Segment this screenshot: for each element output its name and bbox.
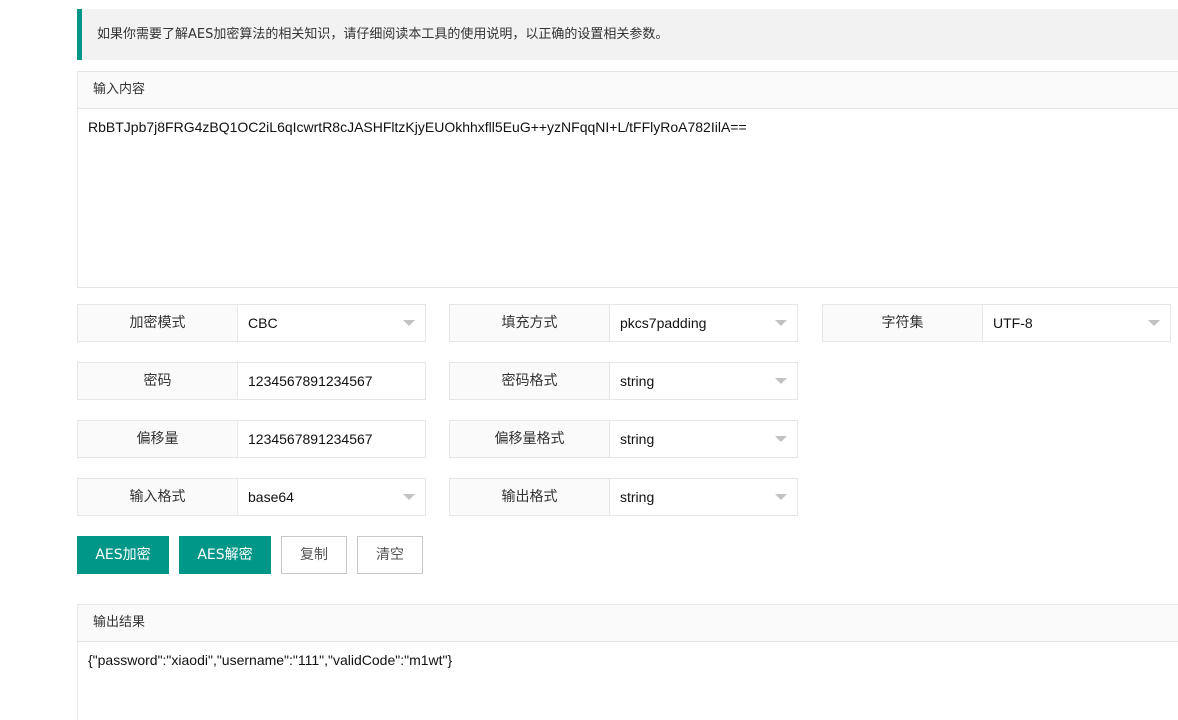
clear-button[interactable]: 清空 — [357, 536, 423, 574]
output-format-value: string — [620, 489, 655, 505]
padding-label: 填充方式 — [450, 305, 610, 341]
chevron-down-icon — [403, 320, 415, 326]
password-format-value: string — [620, 373, 655, 389]
chevron-down-icon — [775, 436, 787, 442]
output-panel-title: 输出结果 — [78, 605, 1178, 642]
iv-format-label: 偏移量格式 — [450, 421, 610, 457]
output-format-label: 输出格式 — [450, 479, 610, 515]
aes-tool-page: 如果你需要了解AES加密算法的相关知识，请仔细阅读本工具的使用说明，以正确的设置… — [0, 0, 1178, 720]
encrypt-button[interactable]: AES加密 — [77, 536, 169, 574]
input-format-field: 输入格式 base64 — [77, 478, 426, 516]
charset-label: 字符集 — [823, 305, 983, 341]
iv-field: 偏移量 1234567891234567 — [77, 420, 426, 458]
input-textarea[interactable]: RbBTJpb7j8FRG4zBQ1OC2iL6qIcwrtR8cJASHFlt… — [78, 109, 1178, 145]
output-format-select[interactable]: string — [610, 479, 797, 515]
padding-value: pkcs7padding — [620, 315, 707, 331]
chevron-down-icon — [775, 320, 787, 326]
password-format-field: 密码格式 string — [449, 362, 798, 400]
password-label: 密码 — [78, 363, 238, 399]
mode-field: 加密模式 CBC — [77, 304, 426, 342]
password-field: 密码 1234567891234567 — [77, 362, 426, 400]
input-format-label: 输入格式 — [78, 479, 238, 515]
chevron-down-icon — [775, 494, 787, 500]
iv-format-select[interactable]: string — [610, 421, 797, 457]
input-panel: 输入内容 RbBTJpb7j8FRG4zBQ1OC2iL6qIcwrtR8cJA… — [77, 71, 1178, 288]
password-format-label: 密码格式 — [450, 363, 610, 399]
iv-input[interactable]: 1234567891234567 — [238, 421, 425, 457]
password-format-select[interactable]: string — [610, 363, 797, 399]
usage-tip: 如果你需要了解AES加密算法的相关知识，请仔细阅读本工具的使用说明，以正确的设置… — [77, 9, 1178, 60]
input-format-select[interactable]: base64 — [238, 479, 425, 515]
mode-label: 加密模式 — [78, 305, 238, 341]
chevron-down-icon — [1148, 320, 1160, 326]
output-format-field: 输出格式 string — [449, 478, 798, 516]
padding-field: 填充方式 pkcs7padding — [449, 304, 798, 342]
iv-format-field: 偏移量格式 string — [449, 420, 798, 458]
output-panel: 输出结果 {"password":"xiaodi","username":"11… — [77, 604, 1178, 720]
iv-format-value: string — [620, 431, 655, 447]
copy-button[interactable]: 复制 — [281, 536, 347, 574]
password-input[interactable]: 1234567891234567 — [238, 363, 425, 399]
charset-field: 字符集 UTF-8 — [822, 304, 1171, 342]
output-textarea[interactable]: {"password":"xiaodi","username":"111","v… — [78, 642, 1178, 678]
mode-value: CBC — [248, 315, 278, 331]
input-panel-title: 输入内容 — [78, 72, 1178, 109]
iv-label: 偏移量 — [78, 421, 238, 457]
chevron-down-icon — [775, 378, 787, 384]
charset-select[interactable]: UTF-8 — [983, 305, 1170, 341]
input-format-value: base64 — [248, 489, 294, 505]
chevron-down-icon — [403, 494, 415, 500]
charset-value: UTF-8 — [993, 315, 1033, 331]
decrypt-button[interactable]: AES解密 — [179, 536, 271, 574]
mode-select[interactable]: CBC — [238, 305, 425, 341]
padding-select[interactable]: pkcs7padding — [610, 305, 797, 341]
